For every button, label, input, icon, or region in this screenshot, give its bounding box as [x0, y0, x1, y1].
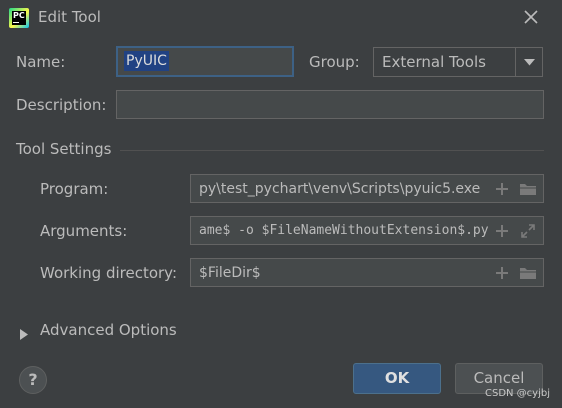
folder-icon[interactable]: [519, 266, 536, 280]
ok-button[interactable]: OK: [353, 363, 441, 394]
working-directory-label: Working directory:: [40, 264, 178, 282]
folder-icon[interactable]: [519, 182, 536, 196]
triangle-right-icon: [20, 325, 28, 344]
working-directory-value: $FileDir$: [199, 265, 261, 281]
plus-icon[interactable]: [495, 182, 511, 196]
program-value: py\test_pychart\venv\Scripts\pyuic5.exe: [199, 181, 481, 197]
program-label: Program:: [40, 180, 109, 198]
description-field[interactable]: [116, 90, 544, 119]
watermark: CSDN @cyjbj: [484, 388, 550, 399]
description-label: Description:: [16, 96, 107, 114]
plus-icon[interactable]: [495, 224, 511, 238]
title-bar: PC Edit Tool: [0, 0, 562, 36]
window-title: Edit Tool: [38, 8, 101, 26]
arguments-field[interactable]: ame$ -o $FileNameWithoutExtension$.py: [190, 216, 544, 245]
group-label: Group:: [309, 53, 360, 71]
advanced-options-label: Advanced Options: [40, 321, 177, 339]
arguments-value: ame$ -o $FileNameWithoutExtension$.py: [199, 223, 489, 238]
advanced-options-toggle[interactable]: Advanced Options: [20, 321, 220, 341]
close-icon[interactable]: [522, 8, 540, 26]
working-directory-field[interactable]: $FileDir$: [190, 258, 544, 287]
group-select[interactable]: External Tools: [373, 47, 543, 77]
section-divider: [120, 150, 544, 151]
expand-icon[interactable]: [521, 224, 537, 238]
arguments-label: Arguments:: [40, 222, 128, 240]
name-field[interactable]: PyUIC: [116, 46, 294, 77]
tool-settings-title: Tool Settings: [16, 140, 112, 158]
group-select-value: External Tools: [382, 53, 486, 71]
name-label: Name:: [16, 53, 66, 71]
pycharm-icon: PC: [9, 8, 29, 28]
name-field-value: PyUIC: [124, 51, 169, 71]
help-button[interactable]: ?: [19, 366, 47, 394]
program-field[interactable]: py\test_pychart\venv\Scripts\pyuic5.exe: [190, 174, 544, 203]
chevron-down-icon[interactable]: [515, 48, 542, 76]
plus-icon[interactable]: [495, 266, 511, 280]
